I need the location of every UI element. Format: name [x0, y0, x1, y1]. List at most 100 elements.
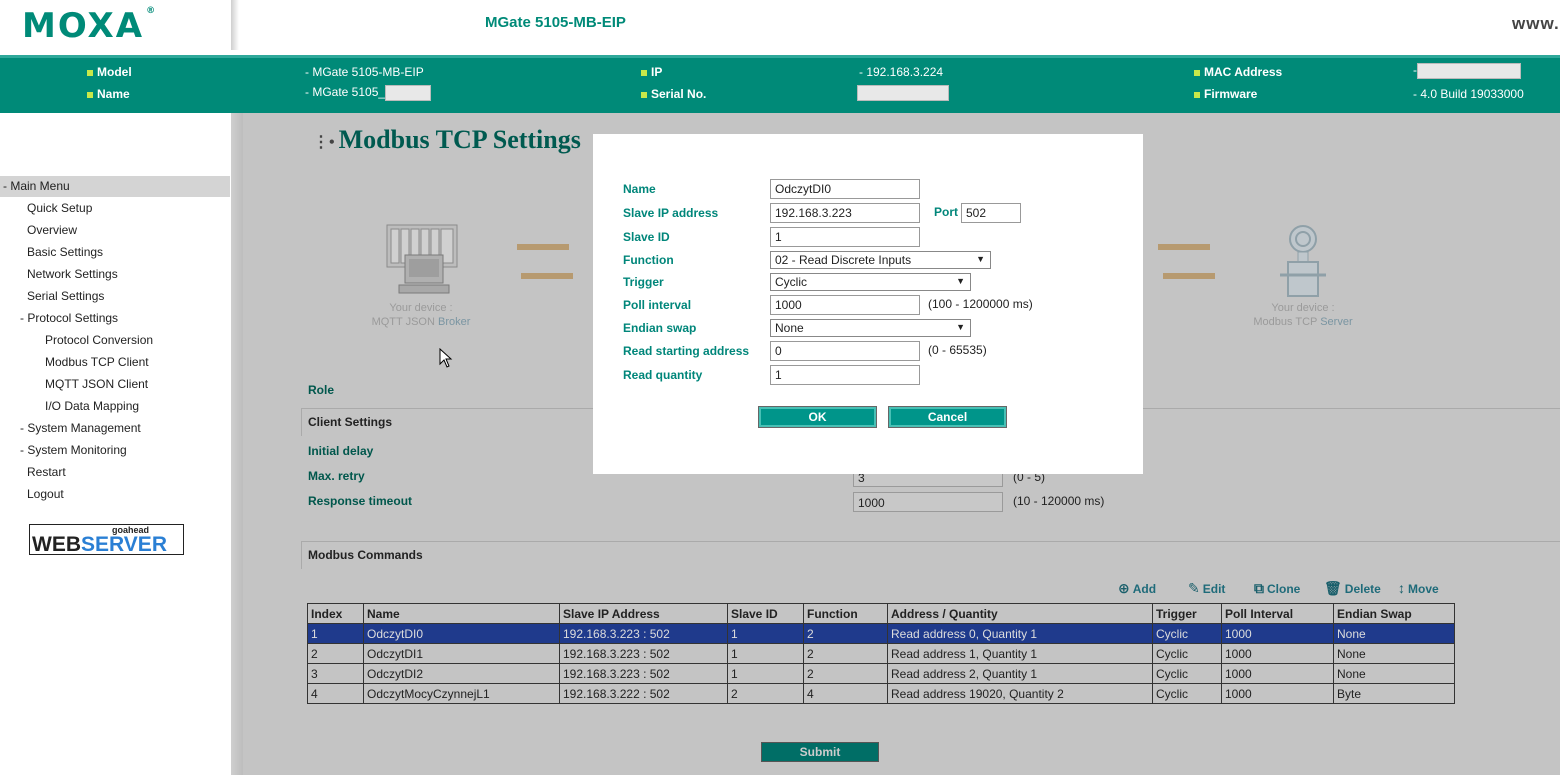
submit-button[interactable]: Submit: [761, 742, 879, 762]
column-header: Trigger: [1152, 603, 1222, 624]
sidebar-item-logout[interactable]: Logout: [27, 487, 64, 501]
table-row[interactable]: 4 OdczytMocyCzynnejL1 192.168.3.222 : 50…: [307, 683, 1455, 704]
sidebar-item-io-data-mapping[interactable]: I/O Data Mapping: [45, 399, 139, 413]
response-timeout-label: Response timeout: [308, 494, 413, 508]
moxa-logo: MOXA ®: [22, 6, 158, 46]
cancel-button[interactable]: Cancel: [888, 406, 1007, 428]
sidebar-item-protocol-conversion[interactable]: Protocol Conversion: [45, 333, 153, 347]
endian-swap-select[interactable]: None ▼: [770, 319, 971, 337]
sidebar-item-mqtt-json-client[interactable]: MQTT JSON Client: [45, 377, 148, 391]
add-button[interactable]: ⊕ Add: [1118, 580, 1156, 597]
arrow-right-icon: [517, 244, 569, 250]
delete-button[interactable]: 🗑 Delete: [1324, 580, 1381, 597]
column-header: Endian Swap: [1333, 603, 1455, 624]
redacted-block: [1417, 63, 1521, 79]
sidebar-item-basic-settings[interactable]: Basic Settings: [27, 245, 103, 259]
table-header-row: Index Name Slave IP Address Slave ID Fun…: [307, 603, 1455, 624]
device-title: MGate 5105-MB-EIP: [485, 14, 626, 31]
move-button[interactable]: ↕ Move: [1398, 580, 1439, 596]
read-start-range: (0 - 65535): [928, 343, 987, 357]
response-timeout-input[interactable]: 1000: [853, 492, 1003, 512]
column-header: Index: [307, 603, 364, 624]
firmware-label: Firmware: [1194, 87, 1257, 101]
slave-ip-input[interactable]: [770, 203, 920, 223]
bullet-icon: [87, 91, 93, 98]
left-device-caption: Your device : MQTT JSON Broker: [371, 302, 471, 328]
bullet-icon: [641, 69, 647, 76]
column-header: Poll Interval: [1221, 603, 1334, 624]
name-input[interactable]: [770, 179, 920, 199]
bullet-dots-icon: ⋮•: [313, 134, 335, 152]
modbus-server-device-icon: [1278, 223, 1328, 298]
poll-interval-range: (100 - 1200000 ms): [928, 297, 1033, 311]
ok-button[interactable]: OK: [758, 406, 877, 428]
read-quantity-input[interactable]: [770, 365, 920, 385]
function-select[interactable]: 02 - Read Discrete Inputs ▼: [770, 251, 991, 269]
device-info-bar: Model - MGate 5105-MB-EIP Name - MGate 5…: [0, 55, 1560, 113]
name-label: Name: [87, 87, 130, 101]
model-label: Model: [87, 65, 132, 79]
plus-circle-icon: ⊕: [1118, 580, 1130, 596]
mac-value: -: [1413, 63, 1521, 79]
sidebar-item-quick-setup[interactable]: Quick Setup: [27, 201, 92, 215]
sidebar-item-protocol-settings[interactable]: - Protocol Settings: [20, 311, 118, 325]
command-edit-dialog: Name Slave IP address Port Slave ID Func…: [593, 134, 1143, 474]
column-header: Name: [363, 603, 560, 624]
trigger-label: Trigger: [623, 275, 664, 289]
table-row[interactable]: 2 OdczytDI1 192.168.3.223 : 502 1 2 Read…: [307, 643, 1455, 664]
firmware-value: - 4.0 Build 19033000: [1413, 87, 1524, 101]
dropdown-caret-icon: ▼: [976, 254, 985, 264]
serial-label: Serial No.: [641, 87, 706, 101]
sidebar-item-network-settings[interactable]: Network Settings: [27, 267, 118, 281]
trigger-select[interactable]: Cyclic ▼: [770, 273, 971, 291]
bullet-icon: [1194, 69, 1200, 76]
sidebar-item-system-management[interactable]: - System Management: [20, 421, 141, 435]
sidebar-item-serial-settings[interactable]: Serial Settings: [27, 289, 104, 303]
modbus-commands-header: Modbus Commands: [301, 541, 1560, 569]
dropdown-caret-icon: ▼: [956, 322, 965, 332]
column-header: Slave IP Address: [559, 603, 728, 624]
up-down-arrow-icon: ↕: [1398, 580, 1405, 596]
column-header: Function: [803, 603, 888, 624]
bullet-icon: [87, 69, 93, 76]
main-menu-header[interactable]: - Main Menu: [0, 176, 230, 197]
modbus-commands-table: Index Name Slave IP Address Slave ID Fun…: [307, 603, 1455, 704]
endian-swap-label: Endian swap: [623, 321, 697, 335]
response-timeout-range: (10 - 120000 ms): [1013, 494, 1105, 508]
ip-label: IP: [641, 65, 662, 79]
table-row[interactable]: 1 OdczytDI0 192.168.3.223 : 502 1 2 Read…: [307, 623, 1455, 644]
name-label: Name: [623, 182, 656, 196]
serial-value: [857, 85, 949, 101]
role-label: Role: [308, 383, 335, 397]
redacted-block: [857, 85, 949, 101]
arrow-left-icon: [521, 273, 573, 279]
table-row[interactable]: 3 OdczytDI2 192.168.3.223 : 502 1 2 Read…: [307, 663, 1455, 684]
sidebar-item-system-monitoring[interactable]: - System Monitoring: [20, 443, 127, 457]
name-value: - MGate 5105_: [305, 85, 432, 101]
sidebar-item-restart[interactable]: Restart: [27, 465, 66, 479]
mqtt-broker-device-icon: [383, 223, 463, 298]
sidebar-item-modbus-tcp-client[interactable]: Modbus TCP Client: [45, 355, 149, 369]
poll-interval-label: Poll interval: [623, 298, 692, 312]
max-retry-label: Max. retry: [308, 469, 365, 483]
logo-area: MOXA ®: [0, 0, 231, 50]
read-start-input[interactable]: [770, 341, 920, 361]
bullet-icon: [641, 91, 647, 98]
edit-button[interactable]: ✎ Edit: [1188, 580, 1225, 597]
model-value: - MGate 5105-MB-EIP: [305, 65, 424, 79]
column-header: Address / Quantity: [887, 603, 1153, 624]
sidebar: - Main Menu Quick Setup Overview Basic S…: [0, 113, 231, 775]
poll-interval-input[interactable]: [770, 295, 920, 315]
dropdown-caret-icon: ▼: [956, 276, 965, 286]
trash-icon: 🗑: [1324, 580, 1342, 596]
port-input[interactable]: [961, 203, 1021, 223]
redacted-block: [385, 85, 432, 101]
clone-icon: ⧉: [1254, 580, 1264, 596]
port-label: Port: [934, 205, 958, 219]
clone-button[interactable]: ⧉ Clone: [1254, 580, 1300, 597]
read-quantity-label: Read quantity: [623, 368, 703, 382]
sidebar-item-overview[interactable]: Overview: [27, 223, 77, 237]
slave-id-input[interactable]: [770, 227, 920, 247]
read-start-label: Read starting address: [623, 344, 750, 358]
website-link[interactable]: www.: [1512, 14, 1560, 34]
